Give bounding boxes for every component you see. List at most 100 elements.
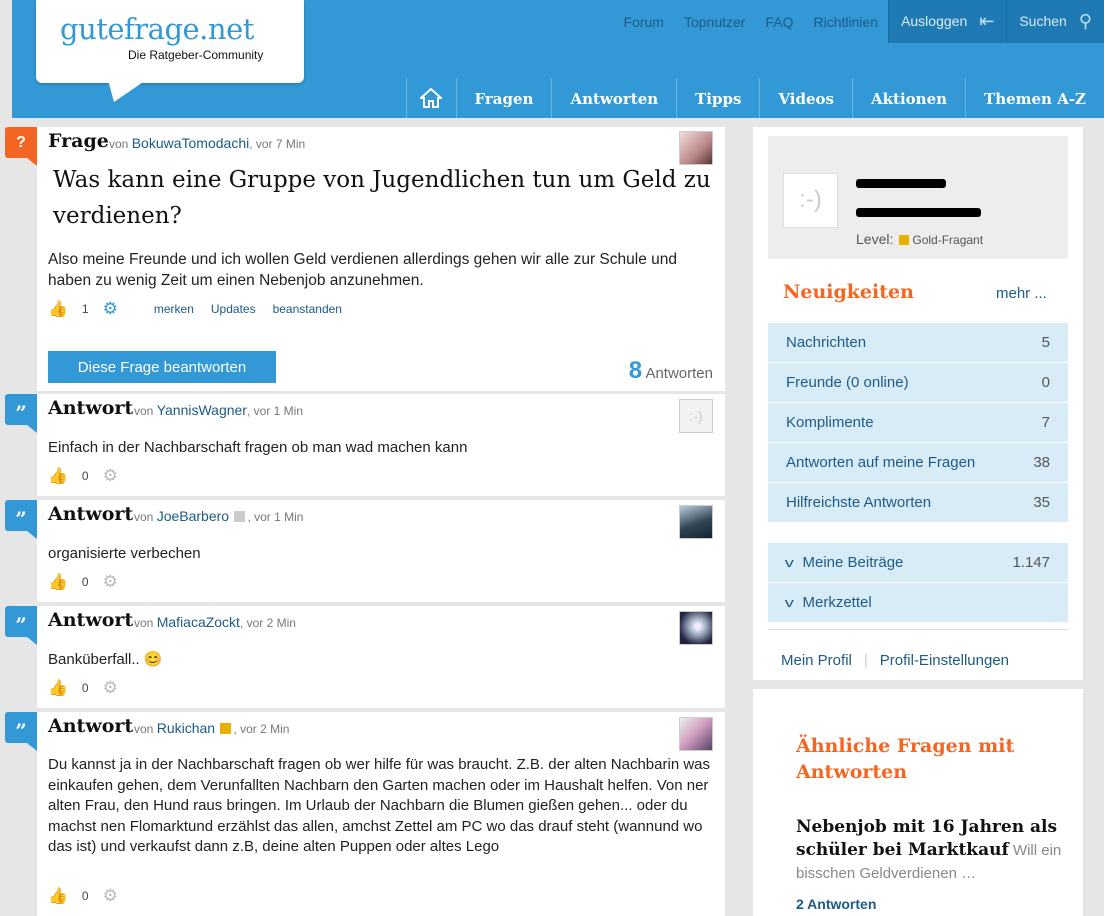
nav-topnutzer[interactable]: Topnutzer xyxy=(674,0,755,43)
question-author-link[interactable]: BokuwaTomodachi xyxy=(132,135,250,151)
answer-time: , vor 1 Min xyxy=(246,404,303,418)
news-item-label: Hilfreichste Antworten xyxy=(786,494,932,511)
beitraege-count: 1.147 xyxy=(1012,554,1050,571)
nav-themen[interactable]: Themen A-Z xyxy=(965,78,1104,118)
question-von: von xyxy=(109,137,129,151)
question-time: , vor 7 Min xyxy=(249,137,306,151)
nav-richtlinien[interactable]: Richtlinien xyxy=(803,0,888,43)
answer-author-avatar[interactable] xyxy=(679,505,713,539)
nav-videos[interactable]: Videos xyxy=(759,78,852,118)
gear-icon[interactable]: ⚙ xyxy=(103,466,118,486)
answer-meta: von MafiacaZockt, vor 2 Min xyxy=(134,614,296,630)
answer-body: Du kannst ja in der Nachbarschaft fragen… xyxy=(48,756,710,855)
answer-badge-icon: ” xyxy=(5,712,37,743)
main-navigation: Fragen Antworten Tipps Videos Aktionen T… xyxy=(405,78,1104,118)
answer-author-link[interactable]: YannisWagner xyxy=(157,402,247,418)
news-item-komplimente[interactable]: Komplimente 7 xyxy=(768,403,1068,443)
redacted-username xyxy=(856,179,946,188)
nav-home[interactable] xyxy=(405,78,456,118)
news-item-nachrichten[interactable]: Nachrichten 5 xyxy=(768,323,1068,363)
merkzettel-toggle[interactable]: v Merkzettel xyxy=(768,583,1068,623)
merken-link[interactable]: merken xyxy=(154,302,194,316)
gear-icon[interactable]: ⚙ xyxy=(103,886,118,906)
thumbs-up-icon[interactable]: 👍 xyxy=(48,572,68,592)
rank-badge-icon xyxy=(234,511,246,522)
question-badge-icon: ? xyxy=(5,127,37,158)
answer-badge-icon: ” xyxy=(5,500,37,531)
mein-profil-link[interactable]: Mein Profil xyxy=(781,652,852,669)
question-actions: 👍 1 ⚙ merken Updates beanstanden xyxy=(48,299,342,319)
news-item-count: 5 xyxy=(1041,334,1050,351)
answer-author-link[interactable]: Rukichan xyxy=(157,720,215,736)
meine-beitraege-toggle[interactable]: v Meine Beiträge 1.147 xyxy=(768,543,1068,583)
news-item-label: Antworten auf meine Fragen xyxy=(786,454,976,471)
beanstanden-link[interactable]: beanstanden xyxy=(273,302,342,316)
level-badge-icon xyxy=(899,235,910,245)
answer-von: von xyxy=(134,404,154,418)
logout-button[interactable]: Ausloggen ⇤ xyxy=(888,0,1007,43)
answer-time: , vor 1 Min xyxy=(247,510,304,524)
answer-badge-icon: ” xyxy=(5,394,37,425)
profile-avatar[interactable]: :-) xyxy=(783,173,838,228)
nav-antworten[interactable]: Antworten xyxy=(551,78,676,118)
answer-question-button[interactable]: Diese Frage beantworten xyxy=(48,351,276,383)
logout-label: Ausloggen xyxy=(901,13,968,29)
answer-actions: 👍 0 ⚙ xyxy=(48,886,118,906)
answer-actions: 👍 0 ⚙ xyxy=(48,466,118,486)
news-item-antworten[interactable]: Antworten auf meine Fragen 38 xyxy=(768,443,1068,483)
answer-like-count: 0 xyxy=(81,681,89,695)
answer-card: Antwort von MafiacaZockt, vor 2 Min Bank… xyxy=(37,606,725,708)
nav-forum[interactable]: Forum xyxy=(614,0,674,43)
nav-fragen[interactable]: Fragen xyxy=(455,78,552,118)
similar-heading: Ähnliche Fragen mit Antworten xyxy=(796,735,1015,783)
redacted-name xyxy=(856,208,981,217)
answer-author-avatar[interactable] xyxy=(679,611,713,645)
question-meta: von BokuwaTomodachi, vor 7 Min xyxy=(109,135,305,151)
answer-like-count: 0 xyxy=(81,575,89,589)
answer-von: von xyxy=(134,722,154,736)
answer-author-link[interactable]: MafiacaZockt xyxy=(157,614,240,630)
logo[interactable]: gutefrage.net Die Ratgeber-Community xyxy=(36,0,304,83)
search-icon: ⚲ xyxy=(1078,11,1092,31)
answer-author-link[interactable]: JoeBarbero xyxy=(157,508,229,524)
gear-icon[interactable]: ⚙ xyxy=(103,299,118,319)
question-body: Also meine Freunde und ich wollen Geld v… xyxy=(48,251,677,289)
answer-kind: Antwort xyxy=(48,609,134,631)
answer-time: , vor 2 Min xyxy=(239,616,296,630)
answer-author-avatar[interactable] xyxy=(679,717,713,751)
level-value: Gold-Fragant xyxy=(912,233,984,247)
answer-count: 8 Antworten xyxy=(629,357,713,385)
level-label: Level: xyxy=(856,231,894,247)
nav-faq[interactable]: FAQ xyxy=(755,0,803,43)
gear-icon[interactable]: ⚙ xyxy=(103,678,118,698)
thumbs-up-icon[interactable]: 👍 xyxy=(48,886,68,906)
profile-level: Level: Gold-Fragant xyxy=(856,231,983,247)
nav-aktionen[interactable]: Aktionen xyxy=(852,78,965,118)
news-heading: Neuigkeiten xyxy=(783,281,914,303)
nav-tipps[interactable]: Tipps xyxy=(676,78,759,118)
answer-card: Antwort von JoeBarbero , vor 1 Min organ… xyxy=(37,500,725,602)
logo-speech-tail xyxy=(108,80,146,102)
question-author-avatar[interactable] xyxy=(679,131,713,165)
news-item-count: 7 xyxy=(1041,414,1050,431)
updates-link[interactable]: Updates xyxy=(211,302,256,316)
news-item-hilfreichste[interactable]: Hilfreichste Antworten 35 xyxy=(768,483,1068,523)
profil-einstellungen-link[interactable]: Profil-Einstellungen xyxy=(880,652,1009,669)
gear-icon[interactable]: ⚙ xyxy=(103,572,118,592)
answer-meta: von YannisWagner, vor 1 Min xyxy=(134,402,303,418)
logo-tagline: Die Ratgeber-Community xyxy=(128,48,264,62)
news-item-freunde[interactable]: Freunde (0 online) 0 xyxy=(768,363,1068,403)
top-navigation: Forum Topnutzer FAQ Richtlinien Auslogge… xyxy=(614,0,1104,43)
news-item-label: Komplimente xyxy=(786,414,874,431)
answer-badge-tail xyxy=(27,425,37,433)
thumbs-up-icon[interactable]: 👍 xyxy=(48,466,68,486)
similar-question[interactable]: Nebenjob mit 16 Jahren als schüler bei M… xyxy=(796,816,1066,885)
news-more-link[interactable]: mehr ... xyxy=(996,285,1047,302)
thumbs-up-icon[interactable]: 👍 xyxy=(48,678,68,698)
answer-actions: 👍 0 ⚙ xyxy=(48,572,118,592)
search-button[interactable]: Suchen ⚲ xyxy=(1006,0,1104,43)
question-like-count: 1 xyxy=(81,302,89,316)
thumbs-up-icon[interactable]: 👍 xyxy=(48,299,68,319)
answer-author-avatar[interactable]: :-) xyxy=(679,399,713,433)
similar-answers-link[interactable]: 2 Antworten xyxy=(796,896,876,912)
